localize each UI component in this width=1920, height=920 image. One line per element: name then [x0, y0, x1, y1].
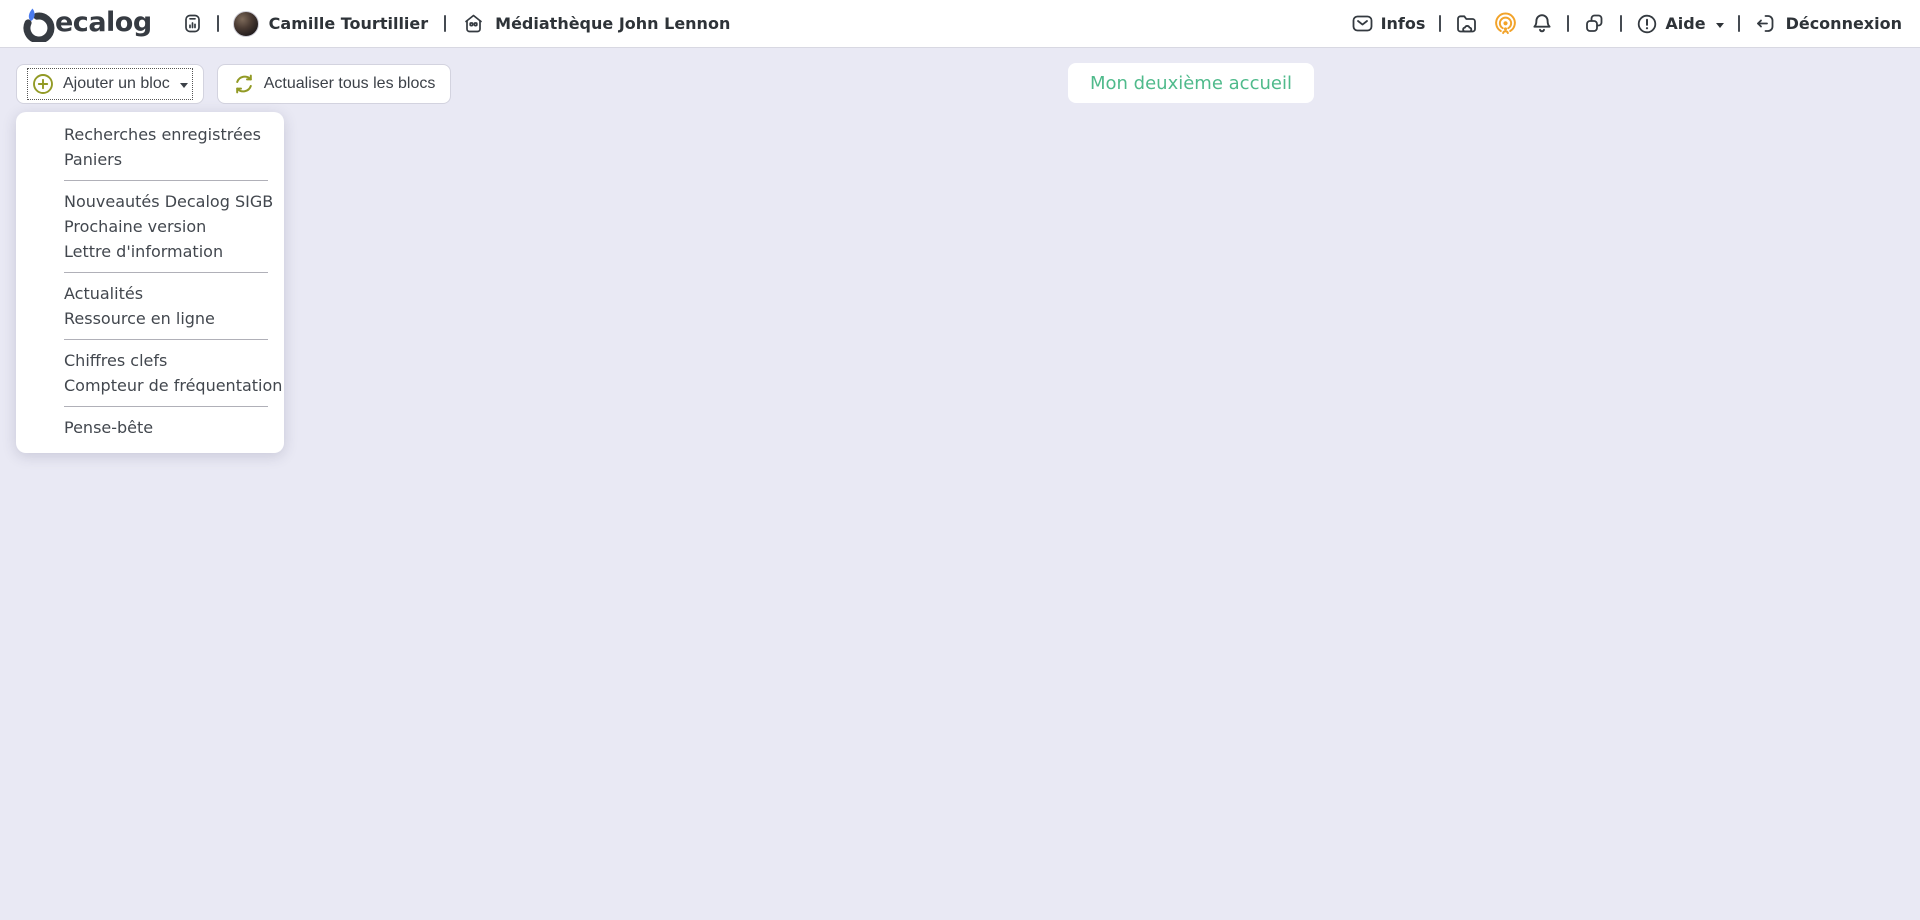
header-separator [1738, 15, 1740, 32]
logout-icon [1754, 12, 1777, 35]
logo-text: ecalog [55, 6, 152, 40]
menu-item-paniers[interactable]: Paniers [16, 147, 284, 172]
header-separator [444, 15, 446, 32]
refresh-icon [233, 73, 255, 95]
header-separator [1439, 15, 1441, 32]
menu-item-recherches-enregistrees[interactable]: Recherches enregistrées [16, 122, 284, 147]
user-avatar[interactable] [233, 11, 259, 37]
menu-item-ressource-en-ligne[interactable]: Ressource en ligne [16, 306, 284, 331]
device-icon[interactable] [182, 13, 203, 34]
menu-divider [64, 272, 268, 273]
link-icon[interactable] [1583, 12, 1606, 35]
refresh-all-blocks-button[interactable]: Actualiser tous les blocs [217, 64, 452, 104]
refresh-all-label: Actualiser tous les blocs [264, 75, 436, 93]
aide-menu[interactable]: Aide [1636, 13, 1723, 35]
decalog-logo-mark [20, 6, 56, 42]
plus-circle-icon [32, 73, 54, 95]
chevron-down-icon [180, 83, 188, 88]
add-block-label: Ajouter un bloc [63, 75, 170, 93]
menu-item-nouveautes-decalog-sigb[interactable]: Nouveautés Decalog SIGB [16, 189, 284, 214]
menu-divider [64, 339, 268, 340]
second-home-label: Mon deuxième accueil [1090, 73, 1292, 94]
infos-link[interactable]: Infos [1351, 13, 1426, 34]
mail-icon [1351, 13, 1374, 34]
main-content: Ajouter un bloc Actualiser tous les bloc… [0, 48, 1920, 919]
folder-cloud-icon[interactable] [1455, 12, 1480, 35]
aide-label: Aide [1665, 14, 1705, 33]
add-block-button[interactable]: Ajouter un bloc [16, 64, 204, 104]
menu-item-compteur-de-frequentation[interactable]: Compteur de fréquentation [16, 373, 284, 398]
library-house-icon [462, 12, 485, 35]
menu-item-prochaine-version[interactable]: Prochaine version [16, 214, 284, 239]
menu-item-chiffres-clefs[interactable]: Chiffres clefs [16, 348, 284, 373]
header-separator [1567, 15, 1569, 32]
deconnexion-link[interactable]: Déconnexion [1754, 12, 1902, 35]
hotspot-icon[interactable] [1493, 11, 1518, 36]
chevron-down-icon [1716, 23, 1724, 28]
deconnexion-label: Déconnexion [1786, 14, 1902, 33]
header-actions: Infos [1351, 11, 1902, 36]
library-name[interactable]: Médiathèque John Lennon [495, 14, 730, 33]
add-block-dropdown-menu: Recherches enregistrées Paniers Nouveaut… [16, 112, 284, 453]
menu-item-actualites[interactable]: Actualités [16, 281, 284, 306]
menu-item-lettre-information[interactable]: Lettre d'information [16, 239, 284, 264]
bell-icon[interactable] [1531, 12, 1553, 35]
header-separator [1620, 15, 1622, 32]
decalog-logo[interactable]: ecalog [20, 6, 152, 42]
menu-divider [64, 180, 268, 181]
infos-label: Infos [1381, 14, 1426, 33]
blocks-toolbar: Ajouter un bloc Actualiser tous les bloc… [16, 64, 451, 104]
menu-item-pense-bete[interactable]: Pense-bête [16, 415, 284, 440]
menu-divider [64, 406, 268, 407]
user-name[interactable]: Camille Tourtillier [269, 14, 428, 33]
tab-second-home[interactable]: Mon deuxième accueil [1068, 63, 1314, 103]
top-header: ecalog Camille Tourtillier Médiathèque J… [0, 0, 1920, 48]
header-separator [217, 15, 219, 32]
circle-exclamation-icon [1636, 13, 1658, 35]
